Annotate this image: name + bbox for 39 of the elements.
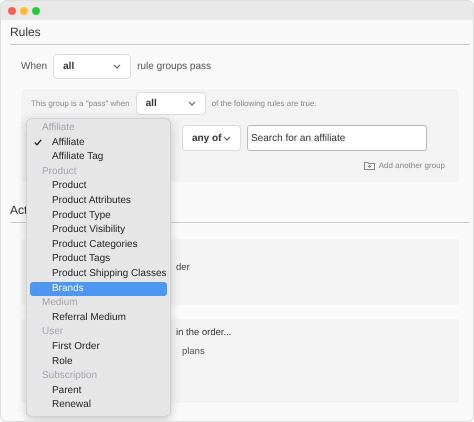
- select-field[interactable]: all: [53, 54, 132, 79]
- menu-item[interactable]: Renewal: [30, 398, 167, 413]
- minimize-icon[interactable]: [20, 6, 28, 14]
- menu-item[interactable]: Product Shipping Classes: [30, 266, 167, 282]
- action-title: in the order...: [176, 327, 232, 338]
- search-field[interactable]: Search for an affiliate: [247, 125, 427, 151]
- chevron-down-icon: [113, 64, 122, 69]
- action-text: der: [176, 262, 190, 273]
- add-folder-icon: [364, 161, 375, 170]
- section-heading: Rules: [10, 25, 41, 39]
- when-label: When: [21, 61, 48, 72]
- group-suffix-text: of the following rules are true.: [212, 99, 317, 108]
- menu-group-label: User: [41, 325, 64, 340]
- pass-label: rule groups pass: [137, 61, 212, 72]
- menu-item[interactable]: Role: [30, 354, 167, 370]
- section-heading: Act: [10, 203, 28, 217]
- menu-group-label: Subscription: [41, 369, 98, 384]
- menu-group-label: Product: [41, 164, 78, 179]
- menu-item[interactable]: Affiliate: [30, 136, 167, 150]
- menu-item[interactable]: Product Attributes: [30, 194, 167, 209]
- select-field[interactable]: any of: [182, 125, 241, 151]
- menu-item[interactable]: Product Visibility: [30, 223, 167, 238]
- menu-item[interactable]: First Order: [30, 340, 167, 354]
- menu-item[interactable]: Product Categories: [30, 238, 167, 252]
- menu-group-label: Affiliate: [41, 121, 76, 135]
- menu-item[interactable]: Parent: [30, 384, 167, 398]
- menu-item[interactable]: Affiliate Tag: [30, 150, 167, 165]
- close-icon[interactable]: [8, 6, 16, 14]
- select-field[interactable]: all: [136, 92, 206, 115]
- menu-item[interactable]: Product Type: [30, 208, 167, 224]
- menu-group-label: Medium: [41, 296, 79, 310]
- chevron-down-icon: [188, 101, 196, 106]
- group-intro-text: This group is a "pass" when: [31, 99, 130, 108]
- action-text: plans: [181, 346, 206, 357]
- menu-item[interactable]: Product: [30, 179, 167, 194]
- menu-item[interactable]: Product Tags: [30, 252, 167, 267]
- menu-item[interactable]: Referral Medium: [30, 310, 167, 326]
- zoom-icon[interactable]: [32, 6, 40, 14]
- chevron-down-icon: [223, 136, 231, 140]
